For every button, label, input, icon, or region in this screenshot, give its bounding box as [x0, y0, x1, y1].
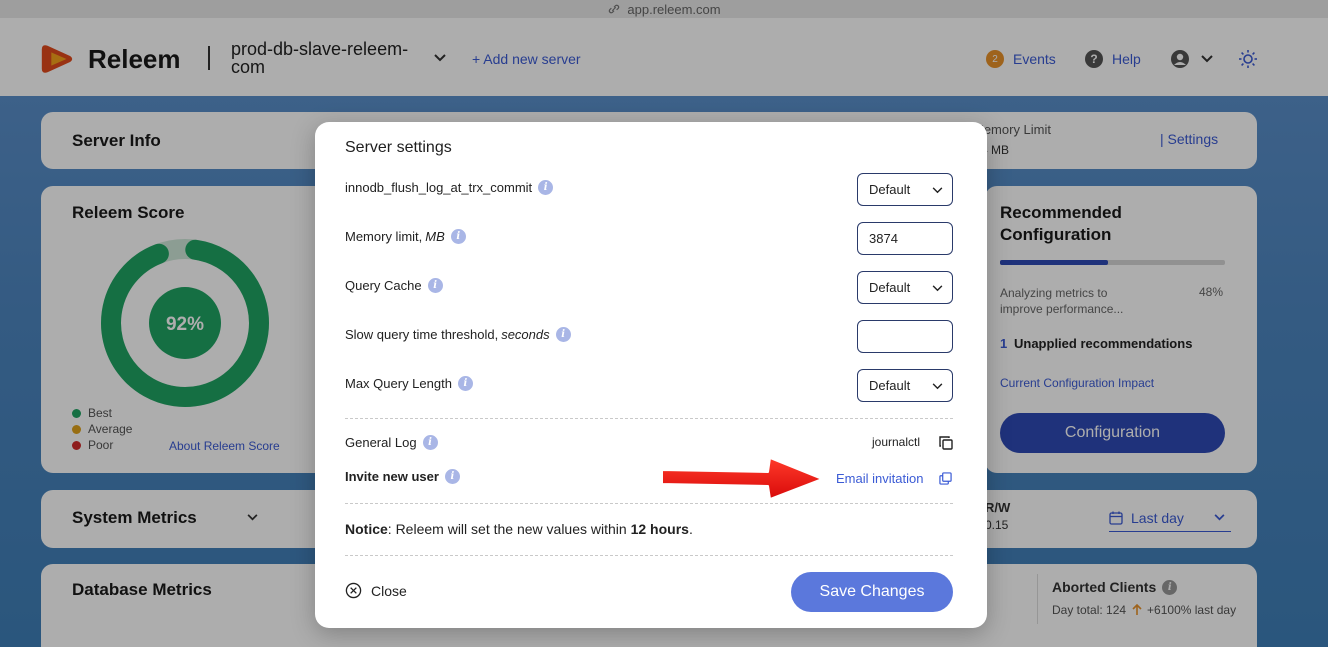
invite-user-text: Invite new user — [345, 469, 439, 484]
divider — [345, 503, 953, 504]
max-query-length-value: Default — [869, 378, 911, 393]
modal-title: Server settings — [345, 139, 452, 156]
info-icon[interactable]: i — [422, 435, 438, 450]
notice-body: : Releem will set the new values within — [387, 521, 631, 537]
max-query-length-text: Max Query Length — [345, 376, 452, 391]
external-link-icon[interactable] — [939, 472, 952, 485]
memory-limit-input[interactable]: 3874 — [857, 222, 953, 255]
chevron-down-icon — [932, 383, 943, 390]
close-button[interactable]: Close — [345, 582, 407, 599]
divider — [345, 555, 953, 556]
query-cache-label: Query Cache i — [345, 278, 443, 293]
memory-limit-text: Memory limit, — [345, 229, 423, 244]
max-query-length-label: Max Query Length i — [345, 376, 473, 391]
query-cache-select[interactable]: Default — [857, 271, 953, 304]
info-icon[interactable]: i — [457, 376, 473, 391]
divider — [345, 418, 953, 419]
general-log-value: journalctl — [872, 435, 921, 449]
general-log-label: General Log i — [345, 435, 438, 450]
notice-end: . — [688, 521, 693, 537]
max-query-length-select[interactable]: Default — [857, 369, 953, 402]
slow-query-unit: seconds — [501, 327, 550, 342]
copy-icon[interactable] — [939, 436, 953, 450]
info-icon[interactable]: i — [444, 469, 460, 484]
slow-query-label: Slow query time threshold, seconds i — [345, 327, 571, 342]
innodb-flush-value: Default — [869, 182, 911, 197]
slow-query-input[interactable] — [857, 320, 953, 353]
innodb-flush-select[interactable]: Default — [857, 173, 953, 206]
invite-user-label: Invite new user i — [345, 469, 460, 484]
innodb-flush-label: innodb_flush_log_at_trx_commit i — [345, 180, 554, 195]
memory-limit-unit: MB — [425, 229, 445, 244]
memory-limit-value: 3874 — [869, 231, 898, 246]
info-icon[interactable]: i — [450, 229, 466, 244]
info-icon[interactable]: i — [427, 278, 443, 293]
general-log-text: General Log — [345, 435, 417, 450]
notice-bold: Notice — [345, 521, 388, 537]
query-cache-value: Default — [869, 280, 911, 295]
email-invitation-link[interactable]: Email invitation — [836, 471, 923, 486]
info-icon[interactable]: i — [555, 327, 571, 342]
notice-text: Notice: Releem will set the new values w… — [345, 521, 693, 537]
close-circle-icon — [345, 582, 362, 599]
save-changes-label: Save Changes — [819, 583, 925, 600]
server-settings-modal: Server settings innodb_flush_log_at_trx_… — [315, 122, 987, 628]
query-cache-text: Query Cache — [345, 278, 422, 293]
close-label: Close — [371, 582, 407, 599]
red-arrow-annotation — [661, 457, 823, 500]
chevron-down-icon — [932, 187, 943, 194]
info-icon[interactable]: i — [538, 180, 554, 195]
notice-hours: 12 hours — [630, 521, 689, 537]
memory-limit-label: Memory limit, MB i — [345, 229, 466, 244]
save-changes-button[interactable]: Save Changes — [791, 572, 953, 612]
slow-query-text: Slow query time threshold, — [345, 327, 499, 342]
chevron-down-icon — [932, 285, 943, 292]
innodb-flush-text: innodb_flush_log_at_trx_commit — [345, 180, 533, 195]
